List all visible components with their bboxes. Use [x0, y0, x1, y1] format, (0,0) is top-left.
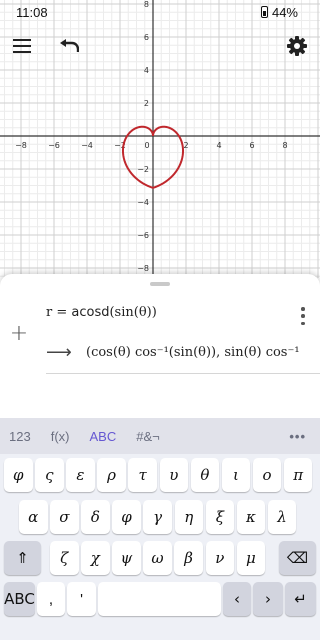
battery-level: 44%	[271, 4, 298, 20]
key-2-row3[interactable]: χ	[81, 541, 110, 575]
status-time: 11:08	[16, 4, 48, 20]
key-6-row1[interactable]: υ	[159, 458, 188, 492]
x-tick-label: 0	[144, 141, 149, 150]
key-7-row3[interactable]: μ	[236, 541, 266, 575]
keyboard-tabs: 123 f(x) ABC #&¬ •••	[0, 418, 320, 454]
key-5-row1[interactable]: τ	[128, 458, 157, 492]
key-2-row1[interactable]: ς	[35, 458, 64, 492]
abc-key[interactable]: ABC	[4, 582, 35, 616]
key-8-row2[interactable]: κ	[236, 500, 266, 534]
key-1-row1[interactable]: φ	[4, 458, 33, 492]
key-1-row2[interactable]: α	[19, 500, 48, 534]
undo-icon	[60, 39, 79, 52]
major-grid	[0, 0, 320, 278]
key-4-row1[interactable]: ρ	[97, 458, 126, 492]
key-8-row1[interactable]: ι	[221, 458, 251, 492]
key-9-row2[interactable]: λ	[267, 500, 297, 534]
y-tick-label: −8	[137, 264, 149, 273]
x-tick-label: −6	[48, 141, 60, 150]
x-tick-label: 6	[249, 141, 254, 150]
apostrophe-key[interactable]: '	[67, 582, 96, 616]
key-3-row1[interactable]: ε	[66, 458, 95, 492]
comma-key[interactable]: ,	[37, 582, 65, 616]
key-7-row1[interactable]: θ	[190, 458, 220, 492]
y-tick-label: 4	[144, 66, 149, 75]
key-3-row3[interactable]: ψ	[112, 541, 141, 575]
key-6-row3[interactable]: ν	[205, 541, 234, 575]
expression-output: ⟶ (cos(θ) cos⁻¹(sin(θ)), sin(θ) cos⁻¹	[46, 342, 300, 363]
y-tick-label: −4	[137, 198, 149, 207]
tab-functions[interactable]: f(x)	[41, 429, 80, 444]
key-6-row2[interactable]: η	[174, 500, 203, 534]
key-9-row1[interactable]: ο	[252, 458, 282, 492]
x-tick-label: 4	[216, 141, 221, 150]
expression-argument: (sin(θ))	[109, 305, 157, 320]
add-expression-button[interactable]: +	[8, 321, 30, 346]
menu-button[interactable]	[8, 32, 36, 60]
graph-svg[interactable]: −8 −6 −4 −2 0 2 4 6 88642−2−4−6−8	[0, 0, 320, 278]
left-arrow-key[interactable]: ‹	[223, 582, 251, 616]
key-2-row2[interactable]: σ	[50, 500, 79, 534]
tab-123[interactable]: 123	[0, 429, 41, 444]
keyboard-more-icon[interactable]: •••	[279, 429, 320, 444]
key-3-row2[interactable]: δ	[81, 500, 110, 534]
x-tick-label: −8	[15, 141, 27, 150]
space-key[interactable]	[98, 582, 221, 616]
expression-input[interactable]: r = acosd(sin(θ))	[46, 305, 157, 320]
shift-key[interactable]: ⇑	[4, 541, 41, 575]
x-tick-label: 2	[183, 141, 188, 150]
minor-grid	[0, 0, 320, 278]
key-10-row1[interactable]: π	[283, 458, 313, 492]
key-5-row3[interactable]: β	[174, 541, 203, 575]
y-tick-label: −2	[137, 165, 149, 174]
right-arrow-icon: ⟶	[46, 342, 72, 363]
math-keyboard: 123 f(x) ABC #&¬ ••• φςερτυθιοπασδφγηξκλ…	[0, 418, 320, 640]
expression-function: acosd	[71, 305, 110, 320]
x-tick-label: 8	[282, 141, 287, 150]
sheet-drag-handle[interactable]	[150, 282, 170, 286]
x-tick-label: −4	[81, 141, 93, 150]
tab-symbols[interactable]: #&¬	[126, 429, 170, 444]
menu-icon	[13, 39, 31, 53]
key-5-row2[interactable]: γ	[143, 500, 172, 534]
undo-button[interactable]	[55, 32, 83, 60]
key-4-row2[interactable]: φ	[112, 500, 141, 534]
expression-row[interactable]: r = acosd(sin(θ)) ⟶ (cos(θ) cos⁻¹(sin(θ)…	[46, 300, 320, 374]
status-bar: 11:08 44%	[0, 0, 320, 24]
key-4-row3[interactable]: ω	[143, 541, 172, 575]
enter-key[interactable]: ↵	[285, 582, 316, 616]
key-1-row3[interactable]: ζ	[50, 541, 79, 575]
more-options-icon[interactable]	[300, 307, 306, 325]
battery-icon	[260, 6, 268, 18]
graph-canvas[interactable]: −8 −6 −4 −2 0 2 4 6 8 8 6 4 2 −2 −4 −6 −8	[0, 0, 320, 278]
key-7-row2[interactable]: ξ	[205, 500, 235, 534]
y-tick-label: 6	[144, 33, 149, 42]
right-arrow-key[interactable]: ›	[253, 582, 283, 616]
gear-icon	[287, 36, 307, 56]
tab-abc[interactable]: ABC	[79, 429, 126, 444]
y-tick-label: −6	[137, 231, 149, 240]
y-tick-label: 2	[144, 99, 149, 108]
backspace-key[interactable]: ⌫	[279, 541, 316, 575]
expression-output-text: (cos(θ) cos⁻¹(sin(θ)), sin(θ) cos⁻¹	[86, 345, 300, 360]
expression-lhs: r =	[46, 305, 72, 320]
settings-button[interactable]	[283, 32, 311, 60]
